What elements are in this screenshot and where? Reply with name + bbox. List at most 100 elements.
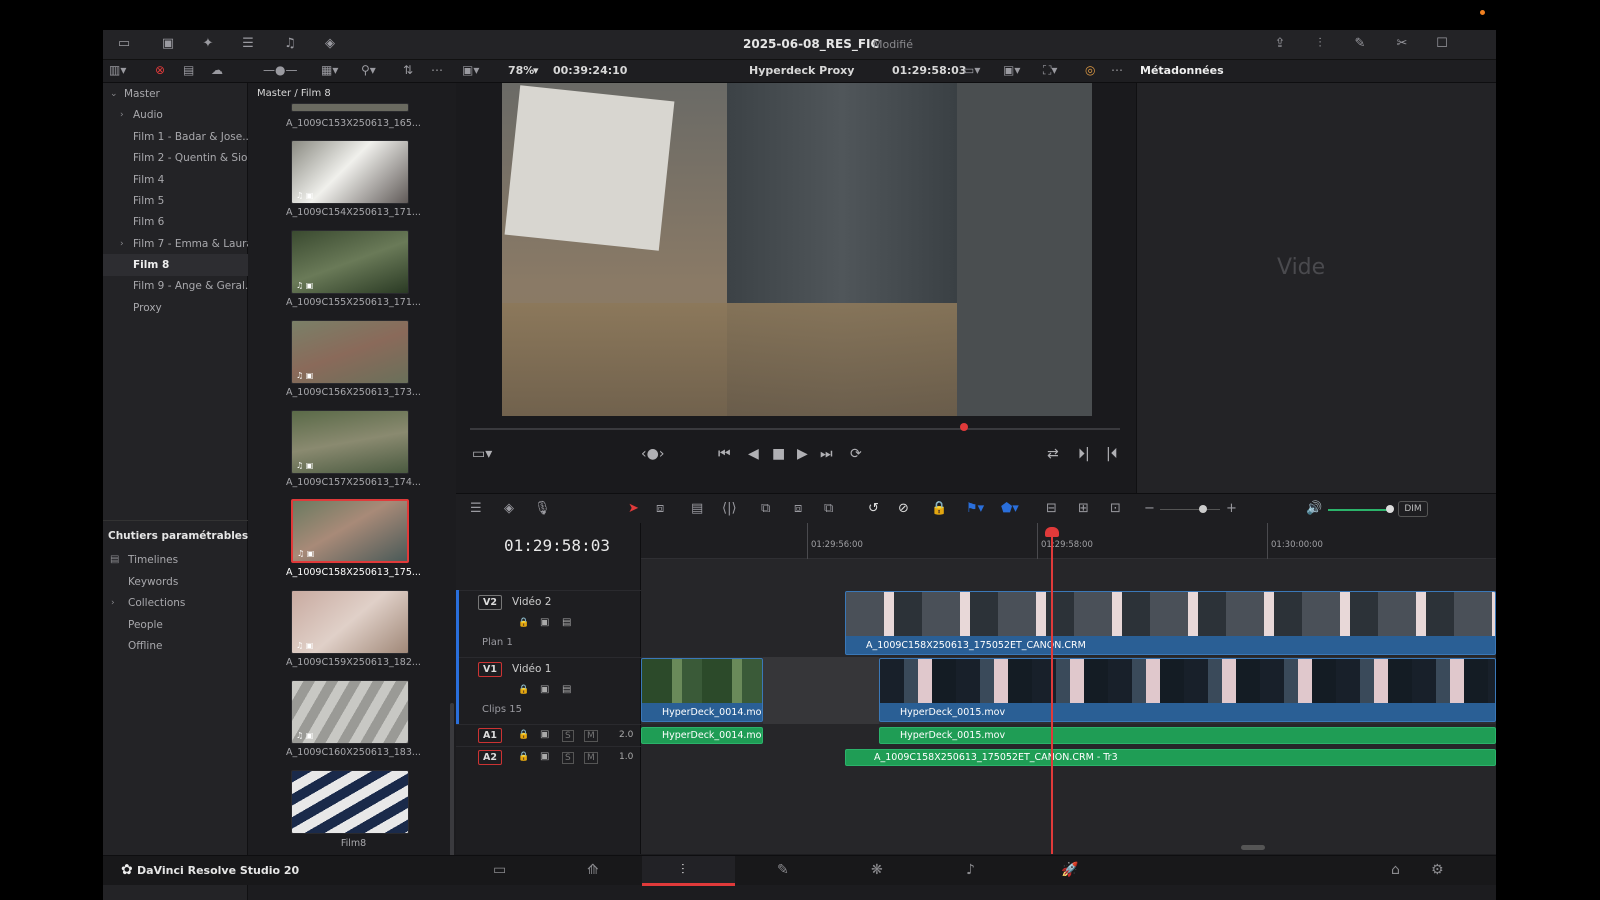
home-icon[interactable]: ⌂ (1391, 862, 1400, 878)
timeline-thumbnail[interactable] (291, 770, 409, 834)
clip-v1-b[interactable]: HyperDeck_0015.mov (879, 658, 1496, 722)
selection-tool-icon[interactable]: ➤ (628, 501, 639, 516)
clip-thumbnail[interactable]: ♫ ▣ (291, 680, 409, 744)
voiceover-icon[interactable]: 🎙 (534, 501, 551, 516)
clip-a2[interactable]: A_1009C158X250613_175052ET_CANON.CRM - T… (845, 749, 1496, 766)
lock-icon[interactable]: 🔒 (931, 501, 947, 516)
bin-film-7[interactable]: › Film 7 - Emma & Laura (103, 233, 248, 255)
zoom-slider[interactable] (1160, 509, 1220, 510)
replace-clip-icon[interactable]: ⧉ (824, 501, 833, 516)
export-icon[interactable]: ⇪ (1271, 36, 1289, 52)
clip-thumbnail[interactable]: ♫ ▣ (291, 230, 409, 294)
color-overlay-icon[interactable]: ◎ (1085, 63, 1095, 77)
lock-icon[interactable]: 🔒 (518, 730, 529, 740)
timeline-options-icon[interactable]: ☰ (470, 501, 482, 516)
clip-thumbnail[interactable]: ♫ ▣ (291, 320, 409, 384)
track-visible-icon[interactable]: ▤ (562, 684, 571, 695)
display-icon[interactable]: ▣▾ (1003, 63, 1020, 77)
lock-icon[interactable]: 🔒 (518, 618, 529, 628)
media-page-icon[interactable]: ▭ (493, 862, 506, 878)
insert-clip-icon[interactable]: ⧉ (761, 501, 770, 516)
effects-library-icon[interactable]: ▣ (159, 36, 177, 52)
cut-page-icon[interactable]: ⟰ (587, 862, 599, 878)
auto-select-icon[interactable]: ▣ (540, 617, 549, 628)
smart-bin-collections[interactable]: › Collections (103, 592, 248, 614)
stop-icon[interactable]: ■ (772, 446, 785, 462)
next-edit-icon[interactable]: ⏵| (1078, 446, 1090, 462)
linked-selection-icon[interactable]: ⊘ (898, 501, 909, 516)
track-tag-v2[interactable]: V2 (478, 595, 502, 610)
clip-a1-a[interactable]: HyperDeck_0014.mov (641, 727, 763, 744)
grid-view-icon[interactable]: ▦▾ (321, 63, 338, 77)
jog-icon[interactable]: ‹●› (641, 446, 664, 462)
sort-icon[interactable]: ⇅ (403, 63, 413, 77)
bin-master[interactable]: ⌄ Master (103, 83, 248, 105)
auto-select-icon[interactable]: ▣ (540, 729, 549, 740)
safe-area-icon[interactable]: ▭▾ (963, 63, 980, 77)
inspector-toggle-icon[interactable]: ◈ (321, 36, 339, 52)
inspector-icon[interactable]: ✂ (1393, 36, 1411, 52)
bin-film-2[interactable]: Film 2 - Quentin & Siou (103, 147, 248, 169)
scrubber-bar[interactable] (470, 428, 1120, 430)
panel-layout-icon[interactable]: ▥▾ (109, 63, 126, 77)
bin-film-9[interactable]: Film 9 - Ange & Geral... (103, 275, 248, 297)
chat-icon[interactable]: ▤ (183, 63, 194, 77)
zoom-out-icon[interactable]: − (1144, 501, 1155, 516)
skip-start-icon[interactable]: ⏮ (718, 446, 731, 462)
effects-icon[interactable]: ✦ (199, 36, 217, 52)
zoom-detail-icon[interactable]: ⊞ (1078, 501, 1089, 516)
dim-button[interactable]: DIM (1398, 501, 1428, 517)
track-tag-a2[interactable]: A2 (478, 750, 502, 765)
edit-index-icon[interactable]: ☰ (239, 36, 257, 52)
transform-icon[interactable]: ⛶▾ (1043, 63, 1057, 78)
zoom-level[interactable]: 78% (508, 64, 534, 77)
auto-select-icon[interactable]: ▣ (540, 751, 549, 762)
clip-thumbnail[interactable]: ♫ ▣ (291, 590, 409, 654)
smart-bin-keywords[interactable]: Keywords (103, 571, 248, 593)
clip-thumbnail[interactable]: ♫ ▣ (291, 140, 409, 204)
trim-tool-icon[interactable]: ⧈ (656, 501, 664, 516)
volume-slider[interactable] (1328, 509, 1390, 511)
loop-icon[interactable]: ⟳ (850, 446, 862, 462)
zoom-fit-icon[interactable]: ⊟ (1046, 501, 1057, 516)
clip-thumbnail[interactable]: ♫ ▣ (291, 410, 409, 474)
blade-tool-icon[interactable]: ▤ (691, 501, 703, 516)
panel-collapse-icon[interactable]: ☐ (1433, 36, 1451, 52)
bin-audio[interactable]: › Audio (103, 104, 248, 126)
lock-icon[interactable]: 🔒 (518, 685, 529, 695)
smart-bin-offline[interactable]: Offline (103, 635, 248, 657)
volume-slider-handle[interactable] (1386, 505, 1394, 513)
settings-icon[interactable]: ⚙ (1431, 862, 1444, 878)
more-options-icon[interactable]: ⋯ (431, 63, 443, 77)
media-pool-icon[interactable]: ▭ (115, 36, 133, 52)
auto-select-icon[interactable]: ▣ (540, 684, 549, 695)
viewer-more-icon[interactable]: ⋯ (1111, 63, 1123, 77)
bin-film-8[interactable]: Film 8 (103, 254, 248, 276)
zoom-in-icon[interactable]: + (1226, 501, 1237, 516)
bin-film-5[interactable]: Film 5 (103, 190, 248, 212)
link-icon[interactable]: ⊗ (155, 63, 165, 77)
bin-film-4[interactable]: Film 4 (103, 169, 248, 191)
bin-film-6[interactable]: Film 6 (103, 211, 248, 233)
clip-a1-b[interactable]: HyperDeck_0015.mov (879, 727, 1496, 744)
zoom-custom-icon[interactable]: ⊡ (1110, 501, 1121, 516)
track-visible-icon[interactable]: ▤ (562, 617, 571, 628)
sound-library-icon[interactable]: ♫ (281, 36, 299, 52)
clip-thumbnail[interactable] (291, 103, 409, 112)
play-reverse-icon[interactable]: ◀ (748, 446, 759, 462)
mute-button[interactable]: M (584, 752, 598, 764)
mute-button[interactable]: M (584, 730, 598, 742)
timeline-ruler[interactable]: 01:29:56:00 01:29:58:00 01:30:00:00 (641, 523, 1496, 559)
marker-icon[interactable]: ⬟▾ (1001, 501, 1019, 516)
match-frame-icon[interactable]: ⇄ (1047, 446, 1059, 462)
timeline-area[interactable]: 01:29:56:00 01:29:58:00 01:30:00:00 A_10… (641, 523, 1496, 854)
mixer-icon[interactable]: ⫶ (1311, 36, 1329, 52)
prev-edit-icon[interactable]: |⏴ (1106, 446, 1118, 462)
bin-proxy[interactable]: Proxy (103, 297, 248, 319)
color-page-icon[interactable]: ❋ (871, 862, 883, 878)
lock-icon[interactable]: 🔒 (518, 752, 529, 762)
track-tag-a1[interactable]: A1 (478, 728, 502, 743)
solo-button[interactable]: S (562, 730, 574, 742)
edit-page-icon[interactable]: ⫶ (681, 862, 685, 878)
deliver-page-icon[interactable]: 🚀 (1061, 862, 1078, 878)
